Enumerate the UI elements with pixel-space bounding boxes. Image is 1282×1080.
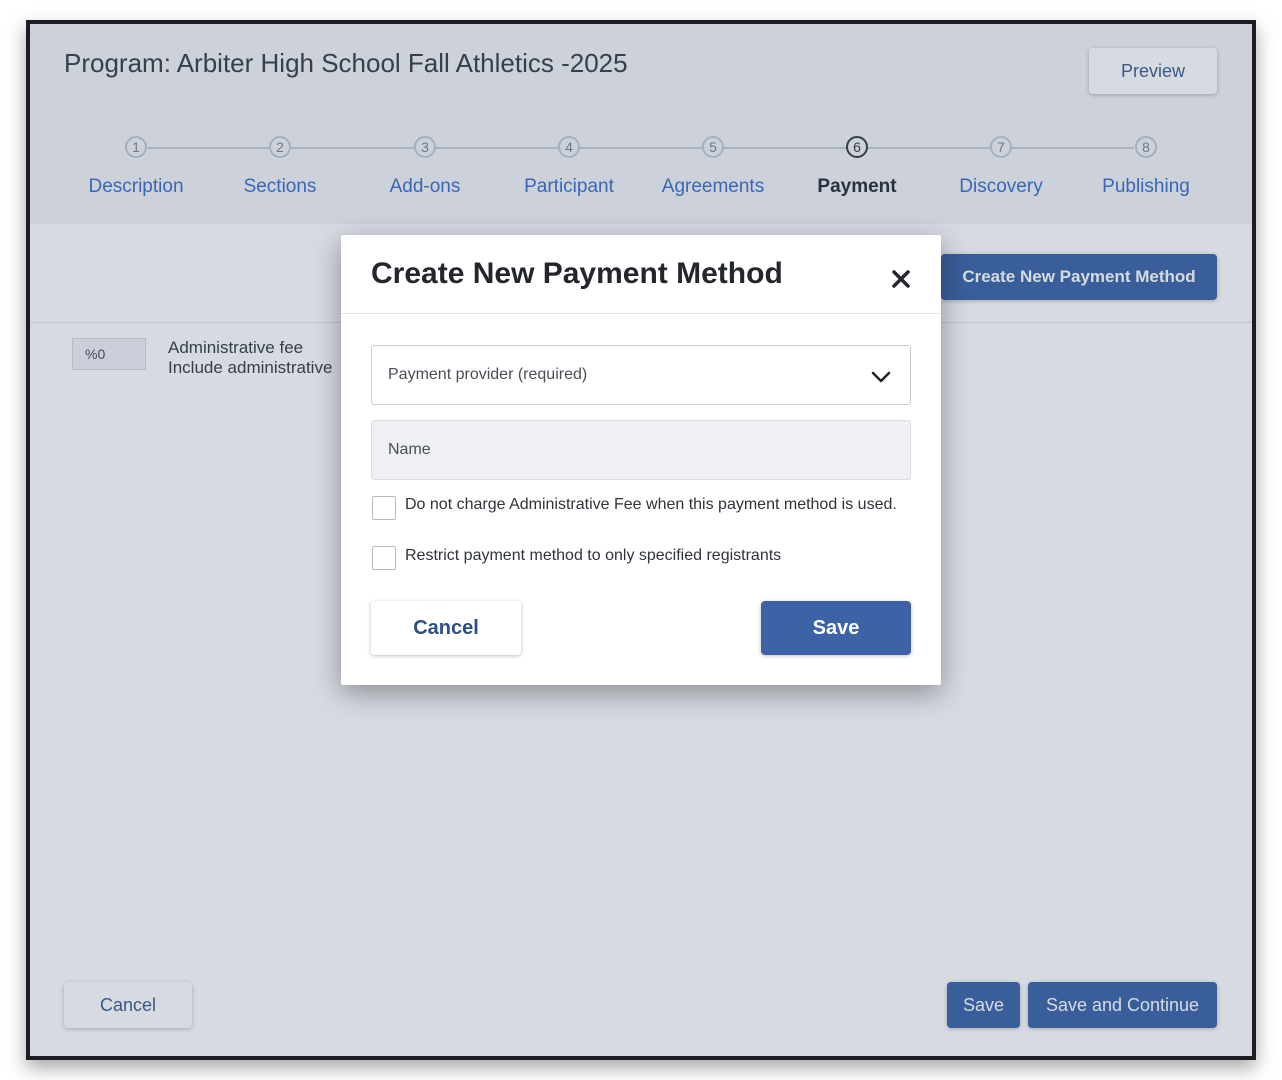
payment-provider-select[interactable]: Payment provider (required) <box>371 345 911 405</box>
dialog-save-button[interactable]: Save <box>761 601 911 655</box>
payment-provider-placeholder: Payment provider (required) <box>388 366 588 383</box>
dialog-divider <box>341 313 941 314</box>
restrict-registrants-checkbox[interactable] <box>372 546 396 570</box>
create-payment-method-dialog: Create New Payment Method Payment provid… <box>341 235 941 685</box>
dialog-title: Create New Payment Method <box>371 257 783 290</box>
chevron-down-icon <box>871 371 891 383</box>
dialog-cancel-button[interactable]: Cancel <box>371 601 521 655</box>
name-input[interactable] <box>371 420 911 480</box>
no-admin-fee-label: Do not charge Administrative Fee when th… <box>405 496 897 513</box>
no-admin-fee-checkbox[interactable] <box>372 496 396 520</box>
restrict-registrants-label: Restrict payment method to only specifie… <box>405 547 782 564</box>
close-icon[interactable] <box>885 263 917 295</box>
